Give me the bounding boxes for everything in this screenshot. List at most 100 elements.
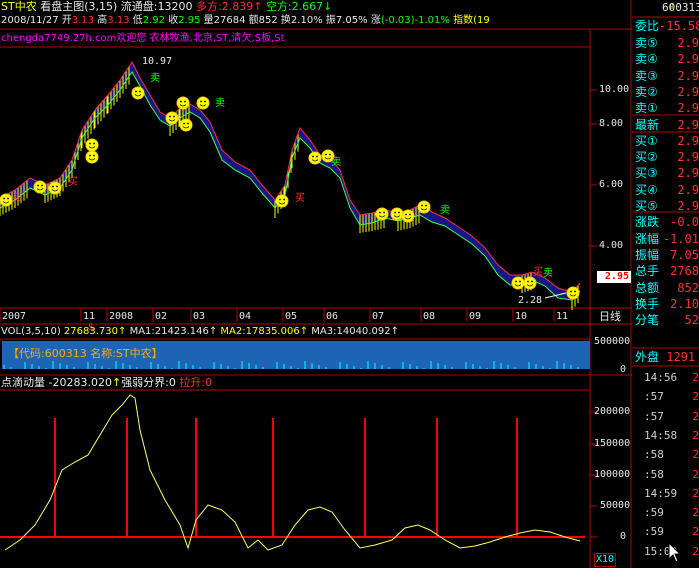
- scrolling-ticker[interactable]: chengda7749.27h.com欢迎您 农林牧渔,北京,ST,清欠,S板,…: [1, 33, 285, 45]
- outer-volume-label: 外盘: [635, 350, 660, 364]
- order-book-row[interactable]: 分笔 52: [632, 312, 699, 328]
- tick-row[interactable]: 14:56 2: [632, 369, 699, 387]
- view-label[interactable]: 看盘主图: [40, 0, 84, 13]
- order-book-row[interactable]: 卖④ 2.9: [632, 51, 699, 67]
- order-book-row[interactable]: 买⑤ 2.9: [632, 198, 699, 214]
- smiley-icon: [275, 194, 289, 208]
- order-book-label: 涨幅: [635, 231, 660, 246]
- vol-ma3: MA3:14040.092: [311, 326, 391, 337]
- order-book-row[interactable]: 涨跌 -0.0: [632, 214, 699, 230]
- tick-value: 2: [692, 428, 699, 442]
- tick-row[interactable]: :59 2: [632, 504, 699, 522]
- tick-row[interactable]: 14:59 2: [632, 485, 699, 503]
- smiley-icon: [511, 276, 525, 290]
- order-book-value: 2.10: [670, 296, 699, 311]
- sell-signal: 卖: [331, 157, 341, 168]
- order-book-row[interactable]: 卖③ 2.9: [632, 68, 699, 84]
- vol-panel-name[interactable]: VOL(3,5,10): [1, 326, 61, 337]
- buy-signal: 买: [295, 193, 305, 204]
- order-book-row[interactable]: 总手 2768: [632, 263, 699, 279]
- header-bar: ST中农 看盘主图(3,15) 流通盘:13200 多方:2.839↑ 空方:2…: [1, 1, 332, 13]
- order-book-label: 买④: [635, 182, 658, 197]
- order-book-row[interactable]: 买④ 2.9: [632, 182, 699, 198]
- smiley-icon: [89, 154, 91, 157]
- tick-value: 2: [692, 525, 699, 539]
- order-book-row[interactable]: 振幅 7.05: [632, 247, 699, 263]
- order-book-label: 卖①: [635, 101, 658, 116]
- order-book-value: 2.9: [677, 182, 699, 197]
- osc-axis-label: 150000: [594, 438, 631, 449]
- order-book-row[interactable]: 总额 852: [632, 280, 699, 296]
- smiley-icon: [41, 184, 43, 187]
- smiley-icon: [37, 184, 39, 187]
- trend-band: [0, 62, 580, 300]
- smiley-icon: [196, 96, 210, 110]
- order-book-label: 最新: [635, 117, 660, 132]
- view-params: (3,15): [84, 0, 118, 13]
- tick-time: 14:58: [644, 428, 678, 442]
- stock-name[interactable]: ST中农: [1, 0, 37, 13]
- order-book-row[interactable]: 涨幅 -1.01: [632, 231, 699, 247]
- open-value: 3.13: [71, 15, 95, 26]
- order-book-row[interactable]: 换手 2.10: [632, 296, 699, 312]
- order-book-value: 2.9: [677, 133, 699, 148]
- tick-time: :57: [644, 409, 664, 423]
- order-book-row[interactable]: 买① 2.9: [632, 133, 699, 149]
- scale-button[interactable]: X10: [594, 553, 617, 567]
- day-line-button[interactable]: 日线: [599, 311, 621, 323]
- tick-value: 2: [692, 486, 699, 500]
- tick-row[interactable]: :58 2: [632, 466, 699, 484]
- price-axis-label: 4.00: [599, 240, 624, 251]
- tick-time: :58: [644, 467, 664, 481]
- osc-panel-name[interactable]: 点滴动量: [1, 376, 45, 389]
- order-book-value: 2.9: [677, 84, 699, 99]
- time-axis-label: 06: [326, 311, 339, 322]
- order-book-value: 2.9: [677, 150, 699, 165]
- low-price-annotation: 2.28: [518, 295, 543, 306]
- price-axis-label: 8.00: [599, 118, 624, 129]
- order-book-row[interactable]: 买③ 2.9: [632, 165, 699, 181]
- order-book-row[interactable]: 买② 2.9: [632, 149, 699, 165]
- tick-row[interactable]: 14:58 2: [632, 427, 699, 445]
- smiley-icon: [325, 153, 327, 156]
- float-value: 13200: [157, 0, 193, 13]
- smiley-icon: [515, 280, 517, 283]
- tick-value: 2: [692, 371, 699, 384]
- buy-signal: 买: [533, 267, 543, 278]
- time-axis-label: 03: [193, 311, 206, 322]
- long-arrow-icon: ↑: [253, 0, 263, 13]
- vol-ma2: MA2:17835.006: [220, 326, 300, 337]
- vol-label: 量: [203, 15, 214, 26]
- smiley-icon: [279, 198, 281, 201]
- chart-canvas[interactable]: [0, 0, 699, 568]
- order-book-row[interactable]: 最新 2.9: [632, 117, 699, 133]
- vol-axis-label: 500000: [594, 336, 631, 347]
- tick-row[interactable]: :57 2: [632, 408, 699, 426]
- vol-panel-header: VOL(3,5,10) 27683.730↑ MA1:21423.146↑ MA…: [1, 326, 399, 338]
- tick-time: :59: [644, 506, 664, 520]
- order-book-row[interactable]: 卖② 2.9: [632, 84, 699, 100]
- vol-arrow-icon: ↑: [117, 326, 127, 337]
- smiley-icon: [179, 118, 193, 132]
- osc-axis-label: 0: [620, 531, 627, 542]
- order-book-row[interactable]: 卖① 2.9: [632, 100, 699, 116]
- tick-row[interactable]: :57 2: [632, 388, 699, 406]
- amplitude-value: 7.05%: [335, 15, 368, 26]
- smiley-icon: [570, 290, 572, 293]
- smiley-icon: [379, 211, 381, 214]
- quote-line: 2008/11/27 开3.13 高3.13 低2.92 收2.95 量2768…: [1, 15, 490, 27]
- order-book-row[interactable]: 卖⑤ 2.9: [632, 35, 699, 51]
- tick-row[interactable]: :59 2: [632, 523, 699, 541]
- tick-row[interactable]: :58 2: [632, 446, 699, 464]
- time-axis-label: 04: [239, 311, 252, 322]
- short-value: 2.667: [291, 0, 324, 13]
- time-axis-label: 07: [372, 311, 385, 322]
- osc-threshold: 强弱分界:0: [121, 376, 176, 389]
- price-axis-label: 6.00: [599, 179, 624, 190]
- tick-row[interactable]: 15:00 2: [632, 543, 699, 561]
- smiley-icon: [204, 100, 206, 103]
- index-label[interactable]: 指数(19: [453, 15, 490, 26]
- order-book-label: 买③: [635, 166, 658, 181]
- smiley-icon: [135, 90, 137, 93]
- price-line: [0, 61, 581, 293]
